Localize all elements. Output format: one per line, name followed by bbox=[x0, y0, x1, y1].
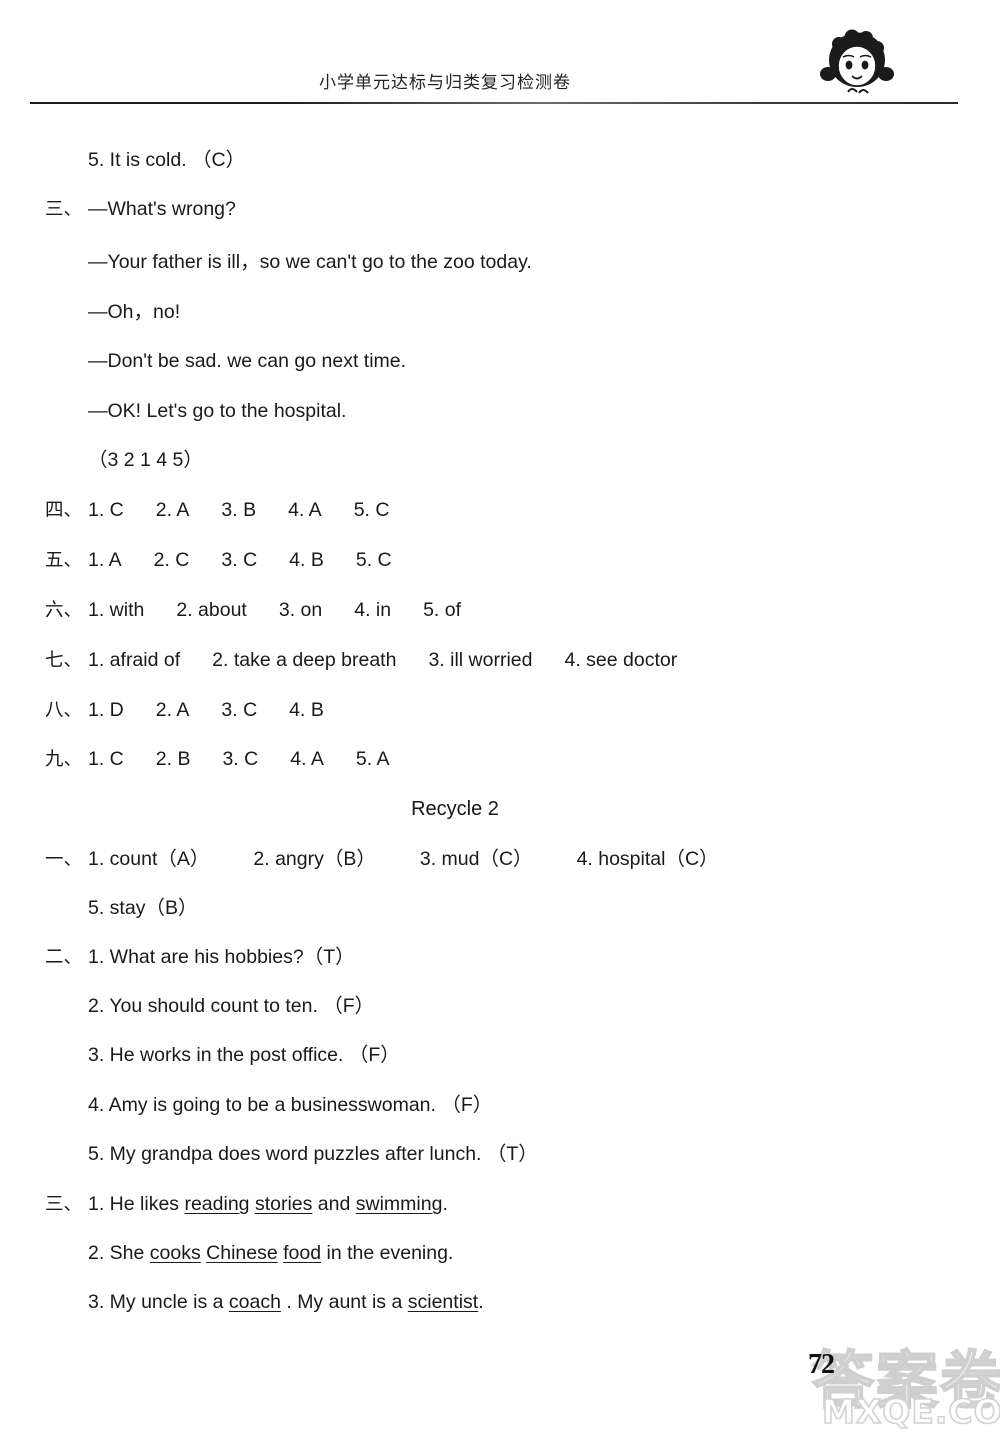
answer-item: 3. C bbox=[221, 699, 258, 721]
answer-item: 4. B bbox=[289, 699, 324, 721]
dialogue-line: —Don't be sad. we can go next time. bbox=[88, 350, 407, 372]
answer-item: 2. about bbox=[176, 599, 247, 621]
answer-item: 1. afraid of bbox=[88, 649, 181, 671]
page-header: 小学单元达标与归类复习检测卷 bbox=[0, 0, 1000, 115]
answer-section-4: 四、 1. C 2. A 3. B 4. A 5. C bbox=[45, 499, 390, 521]
dialogue-line: —What's wrong? bbox=[88, 198, 236, 220]
answer-item: 2. B bbox=[155, 748, 191, 770]
sentence-text: in the evening. bbox=[321, 1242, 454, 1264]
answer-section-7: 七、 1. afraid of 2. take a deep breath 3. il… bbox=[45, 649, 678, 671]
answer-item: 5. My grandpa does word puzzles after lu… bbox=[88, 1143, 538, 1165]
section-marker: 四、 bbox=[45, 500, 83, 521]
document-page: 小学单元达标与归类复习检测卷 5. It is cold. （C） 三、 —Wh… bbox=[0, 0, 1000, 1432]
answer-section-8: 八、 1. D 2. A 3. C 4. B bbox=[45, 699, 324, 721]
dialogue-sequence: （3 2 1 4 5） bbox=[88, 449, 203, 471]
answer-section-6: 六、 1. with 2. about 3. on 4. in 5. of bbox=[45, 599, 462, 621]
answer-item: 5. stay（B） bbox=[88, 897, 198, 919]
dialogue-line: —Your father is ill，so we can't go to th… bbox=[88, 251, 532, 273]
sentence-text: and bbox=[312, 1193, 356, 1215]
underlined-word: Chinese bbox=[206, 1242, 278, 1264]
answer-item: 2. You should count to ten. （F） bbox=[88, 995, 375, 1017]
answer-item: 5. C bbox=[353, 499, 390, 521]
watermark-url-text: MXQE.COM bbox=[821, 1391, 1000, 1432]
answer-section-5: 五、 1. A 2. C 3. C 4. B 5. C bbox=[45, 549, 392, 571]
answer-item: 5. of bbox=[423, 599, 462, 621]
page-number: 72 bbox=[808, 1349, 835, 1380]
answer-item: 1. count（A） bbox=[88, 848, 210, 870]
answer-item: 4. hospital（C） bbox=[576, 848, 719, 870]
answer-item: 5. It is cold. （C） bbox=[88, 149, 246, 171]
answer-item: 1. with bbox=[88, 599, 145, 621]
section-marker: 七、 bbox=[45, 650, 83, 671]
sentence-text: . bbox=[478, 1291, 484, 1313]
section-marker: 九、 bbox=[45, 749, 83, 770]
section-marker: 八、 bbox=[45, 700, 83, 721]
answer-item: 1. A bbox=[88, 549, 122, 571]
recycle-section-1-row-1: 一、 1. count（A） 2. angry（B） 3. mud（C） 4. hosp… bbox=[45, 848, 719, 870]
sentence-text: 3. My uncle is a bbox=[88, 1291, 229, 1313]
answer-section-3-line-1: 三、 —What's wrong? bbox=[45, 198, 236, 220]
answer-item: 3. C bbox=[222, 748, 259, 770]
answer-item: 3. mud（C） bbox=[419, 848, 533, 870]
dialogue-line: —OK! Let's go to the hospital. bbox=[88, 400, 347, 422]
answer-item: 5. A bbox=[355, 748, 390, 770]
site-watermark: 答案卷 MXQE.COM bbox=[811, 1330, 1000, 1432]
answer-item: 2. A bbox=[155, 699, 190, 721]
sentence-text: . bbox=[442, 1193, 448, 1215]
section-marker: 三、 bbox=[45, 199, 83, 220]
recycle-heading: Recycle 2 bbox=[411, 798, 499, 820]
underlined-word: scientist bbox=[407, 1291, 479, 1313]
answer-item: 3. C bbox=[221, 549, 258, 571]
page-title: 小学单元达标与归类复习检测卷 bbox=[319, 73, 571, 93]
answer-item: 3. B bbox=[221, 499, 257, 521]
section-marker: 六、 bbox=[45, 600, 83, 621]
recycle-section-3-item-1: 三、 1. He likes reading stories and swimmi… bbox=[45, 1193, 448, 1215]
answer-item: 3. He works in the post office. （F） bbox=[88, 1044, 400, 1066]
answer-item: 4. Amy is going to be a businesswoman. （… bbox=[88, 1094, 493, 1116]
answer-item: 1. C bbox=[88, 499, 124, 521]
answer-item: 1. What are his hobbies?（T） bbox=[88, 946, 355, 968]
sentence-text: 2. She bbox=[88, 1242, 150, 1264]
answer-item: 4. see doctor bbox=[564, 649, 678, 671]
answer-item: 4. in bbox=[354, 599, 392, 621]
dialogue-line: —Oh，no! bbox=[88, 301, 181, 323]
girl-mascot-icon bbox=[820, 29, 894, 94]
answer-item: 5. C bbox=[355, 549, 392, 571]
answer-item: 4. A bbox=[288, 499, 322, 521]
underlined-word: swimming bbox=[355, 1193, 443, 1215]
section-marker: 五、 bbox=[45, 550, 83, 571]
section-marker: 一、 bbox=[45, 849, 83, 870]
answer-section-9: 九、 1. C 2. B 3. C 4. A 5. A bbox=[45, 748, 390, 770]
recycle-section-3-item-3: 3. My uncle is a coach . My aunt is a sc… bbox=[88, 1291, 484, 1313]
underlined-word: reading bbox=[184, 1193, 250, 1215]
recycle-section-2-item-1: 二、 1. What are his hobbies?（T） bbox=[45, 946, 355, 968]
answer-item: 3. on bbox=[278, 599, 323, 621]
underlined-word: stories bbox=[254, 1193, 313, 1215]
underlined-word: cooks bbox=[149, 1242, 201, 1264]
section-marker: 二、 bbox=[45, 947, 83, 968]
answer-item: 2. angry（B） bbox=[253, 848, 376, 870]
answer-item: 1. D bbox=[88, 699, 124, 721]
answer-item: 2. take a deep breath bbox=[212, 649, 397, 671]
watermark-chinese-text: 答案卷 bbox=[811, 1343, 1000, 1418]
underlined-word: food bbox=[283, 1242, 322, 1264]
sentence-text: . My aunt is a bbox=[280, 1291, 408, 1313]
answer-item: 2. C bbox=[153, 549, 190, 571]
answer-item: 2. A bbox=[155, 499, 190, 521]
answer-item: 3. ill worried bbox=[428, 649, 533, 671]
answer-item: 1. C bbox=[88, 748, 124, 770]
recycle-section-3-item-2: 2. She cooks Chinese food in the evening… bbox=[88, 1242, 454, 1264]
section-marker: 三、 bbox=[45, 1194, 83, 1215]
answer-item: 4. B bbox=[289, 549, 324, 571]
answer-item: 4. A bbox=[290, 748, 324, 770]
underlined-word: coach bbox=[228, 1291, 281, 1313]
sentence-text: 1. He likes bbox=[88, 1193, 185, 1215]
